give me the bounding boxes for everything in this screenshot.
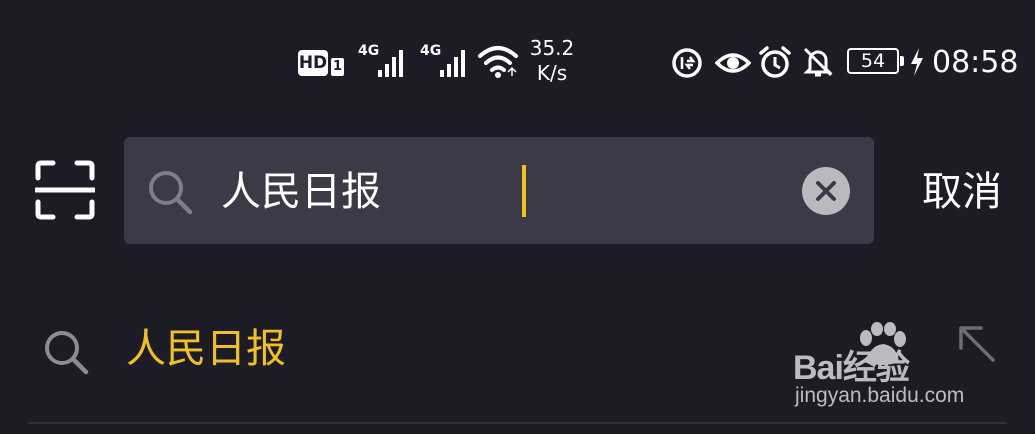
alarm-icon — [759, 46, 791, 78]
watermark-url: jingyan.baidu.com — [795, 384, 965, 407]
search-icon — [149, 171, 193, 215]
signal-icon — [440, 50, 465, 77]
suggestion-text: 人民日报 — [126, 326, 286, 372]
battery-level: 54 — [860, 50, 886, 72]
search-input[interactable]: 人民日报 — [221, 157, 381, 227]
speed-unit: K/s — [536, 61, 568, 85]
cancel-button[interactable]: 取消 — [922, 165, 1002, 219]
battery-tip — [900, 56, 904, 66]
search-field[interactable]: 人民日报 — [124, 137, 874, 244]
battery-icon: 54 — [847, 48, 899, 74]
sim2-network-label: 4G — [420, 43, 442, 59]
mute-icon — [803, 47, 833, 77]
text-cursor — [522, 165, 526, 217]
watermark: Bai经验 jingyan.baidu.com — [793, 322, 1013, 412]
data-saver-icon — [672, 48, 702, 78]
divider — [28, 422, 1007, 424]
status-bar: HD 1 4G 4G 35.2 K/s 54 08:58 — [0, 0, 1035, 120]
status-time: 08:58 — [932, 45, 1019, 80]
network-speed: 35.2 K/s — [524, 36, 580, 86]
signal-icon — [378, 50, 403, 77]
search-icon — [45, 331, 89, 375]
sim1-network-label: 4G — [358, 43, 380, 59]
wifi-icon — [478, 46, 518, 78]
clear-button[interactable] — [802, 167, 850, 215]
scan-icon[interactable] — [35, 160, 95, 220]
watermark-brand: Bai经验 — [793, 349, 910, 387]
clear-icon — [816, 181, 836, 201]
speed-value: 35.2 — [529, 36, 575, 60]
eye-comfort-icon — [715, 53, 751, 73]
hd-icon: HD — [298, 50, 328, 76]
hd-sim-index: 1 — [331, 58, 344, 76]
charging-icon — [911, 48, 923, 76]
